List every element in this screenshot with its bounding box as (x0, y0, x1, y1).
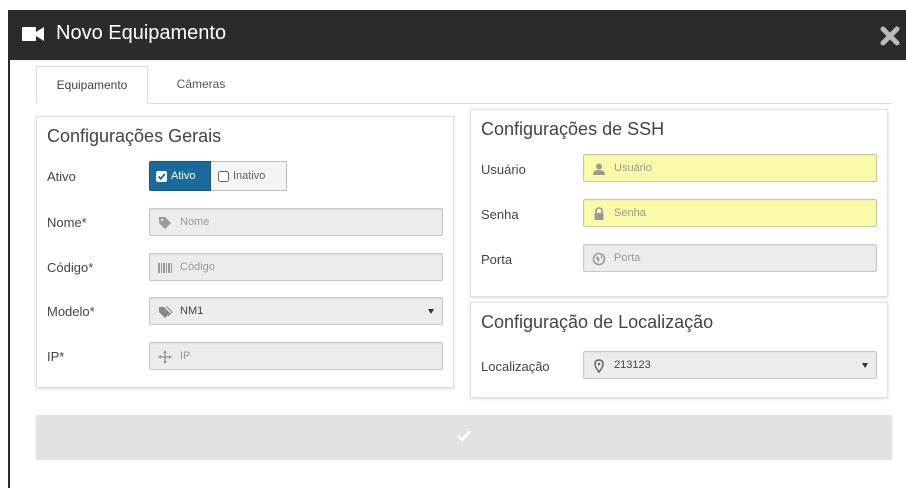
location-config-panel: Configuração de Localização Localização … (470, 302, 888, 398)
senha-label: Senha (481, 207, 519, 222)
modal-dialog: Novo Equipamento Equipamento Câmeras Con… (8, 10, 906, 488)
localizacao-value: 213123 (614, 359, 651, 371)
codigo-label: Código* (47, 260, 94, 275)
modelo-select[interactable]: NM1 (149, 297, 443, 325)
usuario-placeholder: Usuário (614, 162, 652, 174)
porta-placeholder: Porta (614, 252, 641, 264)
tab-cameras[interactable]: Câmeras (156, 66, 246, 104)
ativo-toggle: Ativo Inativo (149, 161, 289, 191)
checkbox-unchecked-icon (218, 171, 229, 182)
map-marker-icon (594, 359, 604, 373)
globe-icon (592, 252, 606, 266)
lock-icon (594, 207, 604, 220)
tag-icon (159, 217, 171, 229)
modal-header: Novo Equipamento (10, 10, 906, 60)
modal-title: Novo Equipamento (56, 22, 227, 44)
location-config-title: Configuração de Localização (481, 312, 714, 332)
codigo-placeholder: Código (180, 261, 215, 273)
nome-placeholder: Nome (180, 216, 210, 228)
user-icon (593, 163, 605, 175)
submit-button[interactable] (36, 415, 892, 459)
nome-label: Nome* (47, 215, 87, 230)
ip-label: IP* (47, 349, 65, 364)
usuario-input[interactable]: Usuário (583, 154, 877, 182)
ativo-option-label: Ativo (171, 170, 196, 182)
porta-input[interactable]: Porta (583, 244, 877, 272)
tags-icon (159, 306, 172, 318)
ip-placeholder: IP (180, 350, 191, 362)
arrows-icon (158, 350, 172, 364)
ssh-config-panel: Configurações de SSH Usuário Usuário Sen… (470, 109, 888, 297)
general-config-panel: Configurações Gerais Ativo Ativo Inativo… (36, 116, 454, 388)
modelo-value: NM1 (180, 305, 204, 317)
chevron-down-icon (862, 363, 868, 368)
localizacao-label: Localização (481, 359, 550, 374)
nome-input[interactable]: Nome (149, 208, 443, 236)
general-config-title: Configurações Gerais (47, 126, 222, 146)
tab-bar: Equipamento Câmeras (36, 60, 892, 104)
check-icon (457, 430, 471, 442)
tab-equipamento[interactable]: Equipamento (36, 66, 148, 104)
porta-label: Porta (481, 252, 513, 267)
chevron-down-icon (428, 309, 434, 314)
inativo-option-button[interactable]: Inativo (211, 161, 287, 191)
senha-placeholder: Senha (614, 207, 646, 219)
usuario-label: Usuário (481, 162, 526, 177)
ip-input[interactable]: IP (149, 342, 443, 370)
ativo-label: Ativo (47, 169, 76, 184)
localizacao-select[interactable]: 213123 (583, 351, 877, 379)
senha-input[interactable]: Senha (583, 199, 877, 227)
close-icon[interactable] (880, 26, 900, 46)
inativo-option-label: Inativo (233, 170, 266, 182)
video-camera-icon (22, 27, 44, 41)
ativo-option-button[interactable]: Ativo (149, 161, 211, 191)
checkbox-checked-icon (156, 171, 167, 182)
barcode-icon (158, 263, 172, 273)
ssh-config-title: Configurações de SSH (481, 119, 665, 139)
codigo-input[interactable]: Código (149, 253, 443, 281)
modelo-label: Modelo* (47, 304, 95, 319)
